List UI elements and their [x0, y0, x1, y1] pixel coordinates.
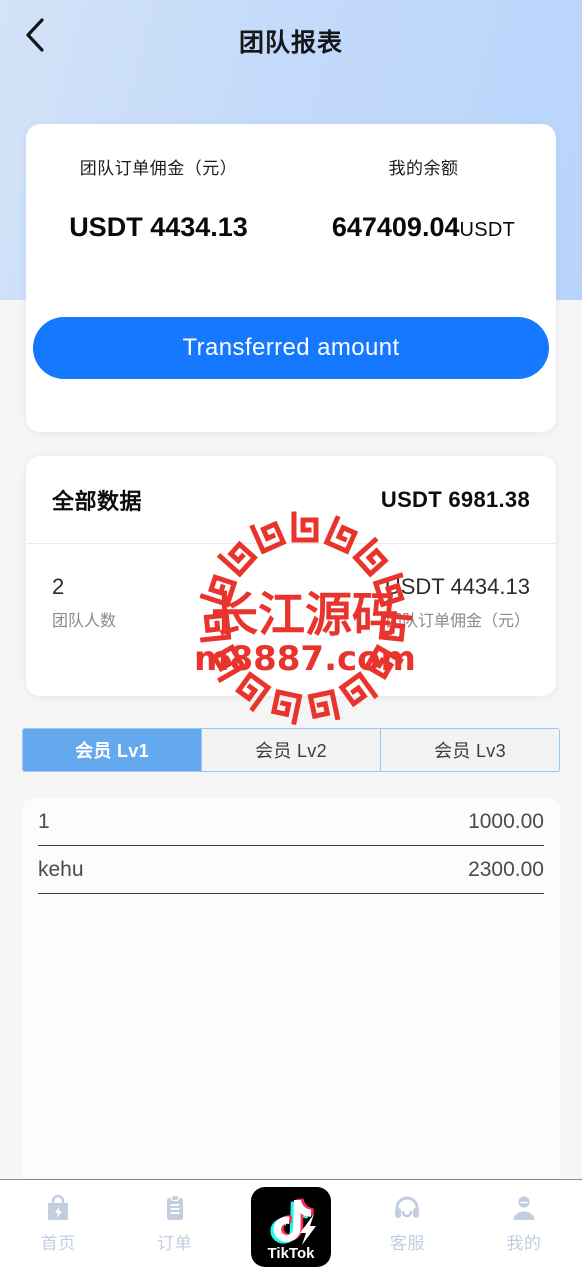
clipboard-icon: [158, 1191, 192, 1225]
nav-label-orders: 订单: [157, 1234, 193, 1253]
transferred-amount-button[interactable]: Transferred amount: [33, 317, 549, 379]
tab-member-lv3[interactable]: 会员 Lv3: [381, 729, 559, 771]
stat-team-count-label: 团队人数: [52, 613, 117, 630]
all-data-total: USDT 6981.38: [380, 486, 530, 512]
nav-item-home[interactable]: 首页: [0, 1180, 116, 1271]
list-item-amount: 1000.00: [468, 809, 544, 833]
summary-row: 团队订单佣金（元） USDT 4434.13 我的余额 647409.04USD…: [26, 124, 556, 243]
member-list-panel: 1 1000.00 kehu 2300.00: [22, 798, 560, 1178]
tab-member-lv2[interactable]: 会员 Lv2: [202, 729, 381, 771]
list-item-amount: 2300.00: [468, 857, 544, 881]
list-right-gutter: [560, 798, 582, 1178]
list-left-gutter: [0, 798, 22, 1178]
nav-label-home: 首页: [40, 1234, 76, 1253]
summary-card: 团队订单佣金（元） USDT 4434.13 我的余额 647409.04USD…: [26, 124, 556, 432]
all-data-title: 全部数据: [52, 488, 143, 514]
member-level-tabs: 会员 Lv1 会员 Lv2 会员 Lv3: [22, 728, 560, 772]
team-commission-label: 团队订单佣金（元）: [79, 159, 238, 178]
stat-team-commission-value: USDT 4434.13: [384, 574, 530, 599]
my-balance-label: 我的余额: [388, 159, 459, 178]
my-balance-value: 647409.04USDT: [291, 212, 556, 243]
list-item-name: kehu: [38, 857, 84, 881]
person-icon: [507, 1191, 541, 1225]
top-bar: 团队报表: [0, 0, 582, 78]
stat-team-commission-label: 团队订单佣金（元）: [385, 613, 530, 630]
nav-item-tiktok[interactable]: TikTok: [233, 1180, 349, 1271]
nav-label-profile: 我的: [506, 1234, 542, 1253]
my-balance-unit: USDT: [459, 219, 516, 241]
list-item[interactable]: 1 1000.00: [38, 798, 544, 846]
tiktok-logo-icon: TikTok: [251, 1187, 332, 1267]
all-data-stats: 2 团队人数 USDT 4434.13 团队订单佣金（元）: [26, 544, 556, 633]
my-balance-number: 647409.04: [331, 212, 460, 242]
team-commission-value: USDT 4434.13: [69, 212, 248, 242]
nav-item-profile[interactable]: 我的: [466, 1180, 582, 1271]
nav-label-support: 客服: [389, 1234, 425, 1253]
content-area: 团队订单佣金（元） USDT 4434.13 我的余额 647409.04USD…: [0, 78, 582, 1178]
team-commission-block: 团队订单佣金（元） USDT 4434.13: [26, 158, 291, 243]
my-balance-block: 我的余额 647409.04USDT: [291, 158, 556, 243]
bottom-navigation: 首页 订单 TikTok 客服 我的: [0, 1179, 582, 1271]
all-data-header: 全部数据 USDT 6981.38: [26, 456, 556, 544]
stat-team-count-value: 2: [52, 574, 65, 599]
stat-team-count: 2 团队人数: [52, 572, 291, 633]
list-item[interactable]: kehu 2300.00: [38, 846, 544, 894]
svg-text:TikTok: TikTok: [268, 1245, 316, 1262]
headset-icon: [390, 1191, 424, 1225]
nav-item-orders[interactable]: 订单: [116, 1180, 232, 1271]
stat-team-commission: USDT 4434.13 团队订单佣金（元）: [291, 572, 530, 633]
list-item-name: 1: [38, 809, 50, 833]
page-title: 团队报表: [238, 29, 343, 57]
back-button[interactable]: [8, 4, 62, 66]
nav-item-support[interactable]: 客服: [349, 1180, 465, 1271]
app-root: 团队报表 团队订单佣金（元） USDT 4434.13 我的余额 647409.…: [0, 0, 582, 1271]
shopping-bag-icon: [41, 1191, 75, 1225]
chevron-left-icon: [24, 16, 46, 54]
all-data-card: 全部数据 USDT 6981.38 2 团队人数 USDT 4434.13 团队…: [26, 456, 556, 696]
tab-member-lv1[interactable]: 会员 Lv1: [23, 729, 202, 771]
